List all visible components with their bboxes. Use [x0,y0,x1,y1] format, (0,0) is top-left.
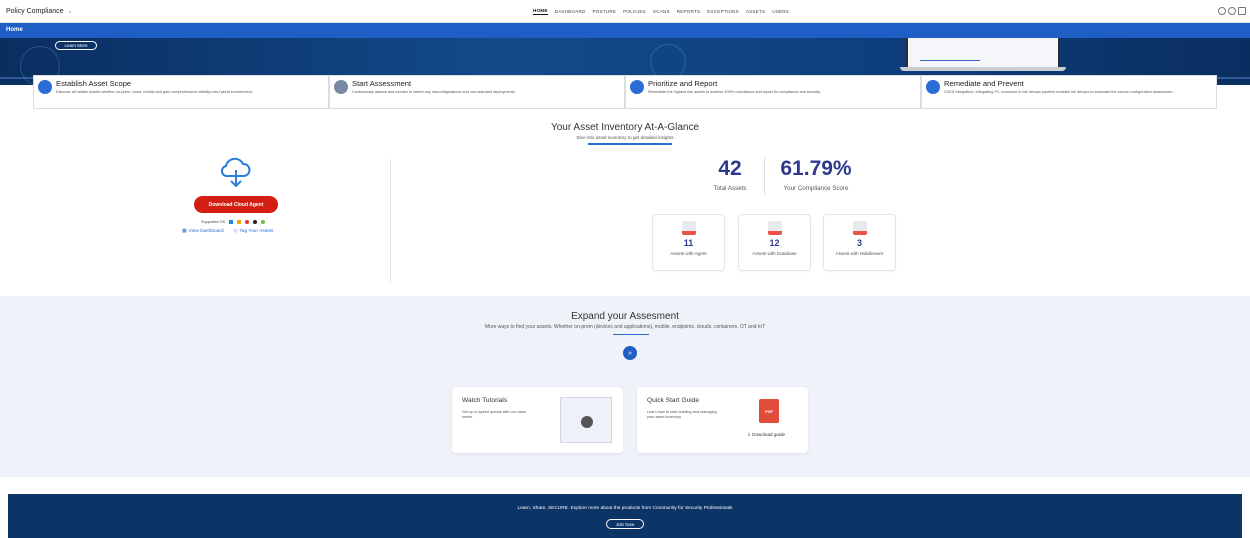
view-dashboard-link[interactable]: ▦ View Dashboard [182,229,224,234]
tag-assets-label: Tag Your Assets [239,229,274,234]
download-cloud-agent-button[interactable]: Download Cloud Agent [194,196,278,213]
compliance-score-kpi[interactable]: 61.79% Your Compliance Score [770,157,862,192]
assets-middleware-count: 3 [856,238,862,248]
assets-database-label: Assets with Database [752,251,797,256]
compliance-score-label: Your Compliance Score [783,185,849,192]
steps-cards: Establish Asset Scope Discover all hidde… [33,75,1217,109]
assets-agent-count: 11 [683,238,694,248]
title-underline [588,143,672,145]
page-title: Home [6,27,23,33]
nav-exceptions[interactable]: EXCEPTIONS [707,9,739,14]
guide-desc: Learn how to start building and managing… [647,410,717,419]
video-thumbnail[interactable] [560,397,612,443]
step-desc: CI/CD Integration: Integrating PC connec… [944,90,1176,94]
glance-title: Your Asset Inventory At-A-Glance [550,122,700,133]
step-desc: Discover all hidden Assets whether on-pr… [56,90,253,94]
step-card-scope[interactable]: Establish Asset Scope Discover all hidde… [33,75,329,109]
page-title-bar: Home [0,23,1250,38]
step-desc: Continuously assess and monitor to detec… [352,90,516,94]
view-dashboard-label: View Dashboard [188,229,224,234]
linux-icon [237,220,242,224]
step-title: Prioritize and Report [648,79,718,88]
nav-assets[interactable]: ASSETS [746,9,765,14]
middleware-icon [852,221,867,235]
app-switcher[interactable]: Policy Compliance ⌄ [6,8,73,15]
gauge-icon [334,80,348,94]
title-underline [613,334,649,335]
agent-icon [681,221,696,235]
database-icon [767,221,782,235]
nav-users[interactable]: USERS [772,9,789,14]
supported-os: Supported OS [201,220,266,224]
quick-start-guide-card[interactable]: Quick Start Guide Learn how to start bui… [637,387,808,453]
play-icon [581,416,593,428]
download-guide-link[interactable]: ⇩ Download guide [747,432,785,438]
total-assets-label: Total Assets [713,185,747,192]
nav-home[interactable]: HOME [533,8,548,15]
tag-assets-link[interactable]: ◇ Tag Your Assets [234,229,274,234]
tag-icon: ◇ [233,229,238,234]
nav-policies[interactable]: POLICIES [623,9,646,14]
nav-scans[interactable]: SCANS [653,9,670,14]
assets-agent-card[interactable]: 11 Assets with Agent [652,214,725,271]
assets-agent-label: Assets with Agent [670,251,707,256]
asset-scope-icon [38,80,52,94]
shield-icon [926,80,940,94]
chevron-down-icon[interactable]: » [623,346,637,360]
ubuntu-icon [245,220,250,224]
help-icon[interactable] [1228,7,1236,15]
compliance-score-value: 61.79% [780,157,852,180]
nav-dashboard[interactable]: DASHBOARD [555,9,586,14]
laptop-base [900,67,1066,71]
kpi-divider [764,157,765,195]
glance-subtitle: Dive into asset inventory to get detaile… [576,135,674,140]
step-card-prioritize[interactable]: Prioritize and Report Remediate the high… [625,75,921,109]
dashboard-icon: ▦ [182,229,187,234]
total-assets-kpi[interactable]: 42 Total Assets [690,157,770,192]
step-card-remediate[interactable]: Remediate and Prevent CI/CD Integration:… [921,75,1217,109]
chevron-down-icon: ⌄ [67,8,73,15]
quick-links: ▦ View Dashboard ◇ Tag Your Assets [182,229,274,234]
message-icon[interactable] [1238,7,1246,15]
step-desc: Remediate the highest risk assets to ach… [648,90,821,94]
report-icon [630,80,644,94]
expand-title: Expand your Assesment [571,311,679,322]
asset-glance-section: Your Asset Inventory At-A-Glance Dive in… [0,109,1250,296]
assets-middleware-label: Assets with Middleware [835,251,884,256]
expand-subtitle: More ways to find your assets. Whether o… [484,324,766,330]
watch-tutorials-card[interactable]: Watch Tutorials Get up to speed quickly … [452,387,623,453]
assets-database-count: 12 [769,238,780,248]
download-guide-label: Download guide [752,432,786,437]
supported-os-label: Supported OS [201,220,226,224]
windows-icon [229,220,234,224]
header-icons [1218,7,1246,15]
section-divider [390,159,391,282]
footer-text: Learn, Share, SECURE. Explore more about… [517,506,733,511]
nav-reports[interactable]: REPORTS [677,9,701,14]
step-title: Remediate and Prevent [944,79,1024,88]
user-icon[interactable] [1218,7,1226,15]
main-nav: HOME DASHBOARD POSTURE POLICIES SCANS RE… [533,0,789,23]
join-now-button[interactable]: Join Now [606,519,644,529]
expand-section: Expand your Assesment More ways to find … [0,296,1250,477]
app-title: Policy Compliance [6,7,64,15]
android-icon [261,220,266,224]
learn-more-button[interactable]: Learn More [55,41,97,50]
step-title: Establish Asset Scope [56,79,132,88]
tutorials-desc: Get up to speed quickly with our video s… [462,410,527,419]
assets-database-card[interactable]: 12 Assets with Database [738,214,811,271]
total-assets-value: 42 [718,157,742,180]
assets-middleware-card[interactable]: 3 Assets with Middleware [823,214,896,271]
apple-icon [253,220,258,224]
cloud-download-icon [220,157,251,188]
chart-line [920,51,980,61]
top-bar: Policy Compliance ⌄ HOME DASHBOARD POSTU… [0,0,1250,23]
nav-posture[interactable]: POSTURE [593,9,617,14]
community-footer: Learn, Share, SECURE. Explore more about… [8,494,1242,538]
step-title: Start Assessment [352,79,412,88]
step-card-assessment[interactable]: Start Assessment Continuously assess and… [329,75,625,109]
pdf-icon: PDF [759,399,779,423]
